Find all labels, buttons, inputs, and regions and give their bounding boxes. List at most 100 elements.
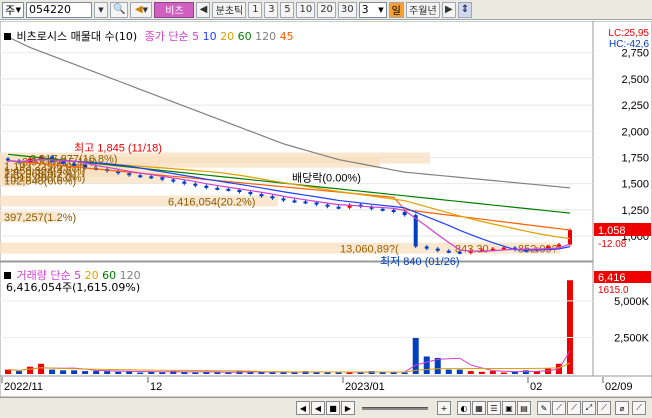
candle-body <box>336 206 341 209</box>
interval-20[interactable]: 20 <box>317 1 336 18</box>
period-tab[interactable]: 분초틱 <box>212 1 247 18</box>
volume-bar <box>159 372 166 374</box>
volume-bar <box>566 280 573 374</box>
y-tick-label: 2,000 <box>621 126 649 138</box>
speaker-button[interactable]: ◀ ▼ <box>130 1 153 18</box>
tool-2-button[interactable]: ▦ <box>472 401 486 415</box>
ma-120: 120 <box>255 30 277 43</box>
candle-body <box>270 196 275 199</box>
candle-body <box>215 187 220 190</box>
volume-bar <box>500 372 507 374</box>
tool-3-button[interactable]: ☰ <box>487 401 501 415</box>
interval-3[interactable]: 3 <box>264 1 279 18</box>
volume-bar <box>269 372 276 374</box>
candle-body <box>72 163 77 166</box>
scroll-next-button[interactable]: ▶ <box>341 401 355 415</box>
interval-5-label: 5 <box>284 4 291 15</box>
volume-value-label: 6,416,054주(1,615.09%) <box>6 281 141 294</box>
slider-track <box>362 406 428 410</box>
market-select[interactable]: 주 ▼ <box>2 1 24 18</box>
current-price-label: 1,058 <box>598 225 626 237</box>
tool-1-button[interactable]: ◐ <box>457 401 471 415</box>
volume-bar <box>214 372 221 374</box>
interval-10-label: 10 <box>299 4 313 15</box>
ma-20: 20 <box>220 30 235 43</box>
volume-bar <box>489 371 496 374</box>
candle-body <box>556 244 561 247</box>
y-tick-label: 1,750 <box>621 152 649 164</box>
tool-10-button[interactable]: ⟋ <box>597 401 611 415</box>
volume-bar <box>16 371 23 374</box>
day-label: 일 <box>391 6 401 17</box>
x-tick-label: 2022/11 <box>4 381 43 393</box>
tool-5-button[interactable]: ▤ <box>517 401 531 415</box>
interval-1-label: 1 <box>252 4 259 15</box>
interval-10[interactable]: 10 <box>296 1 316 18</box>
tool-9-button[interactable]: ⤢ <box>582 401 596 415</box>
zoom-in-button[interactable]: + <box>437 401 451 415</box>
candle-body <box>292 200 297 203</box>
volume-bar <box>27 366 34 374</box>
volume-bar <box>280 372 287 374</box>
market-label: 주 <box>5 3 16 17</box>
volume-bar <box>115 371 122 374</box>
tool-7-button[interactable]: ⟋ <box>552 401 566 415</box>
status-bar: ◀ ◀ ■ ▶ + ◐ ▦ ☰ ▣ ▤ ✎ ⟋ ⟋ ⤢ ⟋ ⌀ ⟋ <box>0 397 652 418</box>
interval-20-label: 20 <box>320 4 333 15</box>
zoom-slider[interactable] <box>362 401 432 415</box>
candle-body <box>259 194 264 197</box>
interval-1[interactable]: 1 <box>248 1 263 18</box>
interval-select[interactable]: 3 ▼ <box>358 1 387 18</box>
y-tick-label: 2,250 <box>621 100 649 112</box>
interval-30[interactable]: 30 <box>337 1 357 18</box>
volume-bar <box>423 356 430 374</box>
tool-4-button[interactable]: ▣ <box>502 401 516 415</box>
chevron-down-icon: ▼ <box>378 5 384 14</box>
week-month-year-tab[interactable]: 주월년 <box>405 1 440 18</box>
chart-type-tab[interactable]: 비츠 <box>154 1 195 18</box>
volume-bar <box>324 372 331 374</box>
volume-bar <box>93 371 100 374</box>
prev-button[interactable]: ◀ <box>196 1 211 18</box>
tool-6-button[interactable]: ✎ <box>537 401 551 415</box>
tool-11-button[interactable]: ⌀ <box>615 401 629 415</box>
updown-button[interactable]: ⇕ <box>457 1 473 18</box>
volume-bar <box>390 372 397 374</box>
search-button[interactable]: 🔍 <box>110 1 129 18</box>
price-pane <box>0 20 594 262</box>
tool-8-button[interactable]: ⟋ <box>567 401 581 415</box>
interval-30-label: 30 <box>340 4 354 15</box>
scroll-prev-button[interactable]: ◀ <box>311 401 325 415</box>
code-dropdown-button[interactable]: ▼ <box>94 1 108 18</box>
hc-label: HC:-42,6 <box>609 39 649 50</box>
candle-body <box>138 175 143 178</box>
tool-12-button[interactable]: ⟋ <box>632 401 646 415</box>
chart-area: 2,750 2,500 2,250 2,000 1,750 1,500 1,250 1,000… <box>0 20 652 398</box>
stock-chart[interactable]: 2,7502,5002,2502,0001,7501,5001,2501,000… <box>0 20 652 398</box>
x-tick-label: 12 <box>150 381 162 393</box>
code-input[interactable]: 054220 <box>26 1 92 18</box>
candle-body <box>204 185 209 188</box>
next-button[interactable]: ▶ <box>441 1 456 18</box>
interval-value: 3 <box>361 3 369 16</box>
volume-bar <box>71 370 78 374</box>
stop-button[interactable]: ■ <box>326 401 340 415</box>
x-tick-label: 02 <box>530 381 542 393</box>
ma-5: 5 <box>192 30 200 43</box>
volume-tick-label: 2,500K <box>614 332 650 344</box>
candle-body <box>149 176 154 179</box>
volume-bar <box>467 371 474 374</box>
interval-3-label: 3 <box>268 4 275 15</box>
candle-body <box>237 189 242 193</box>
volume-bar <box>478 371 485 374</box>
candle-body <box>193 183 198 186</box>
scroll-first-button[interactable]: ◀ <box>296 401 310 415</box>
interval-5[interactable]: 5 <box>280 1 295 18</box>
candle-body <box>281 198 286 201</box>
day-tab[interactable]: 일 <box>388 1 404 18</box>
candle-body <box>402 211 407 216</box>
volume-tick-label: 5,000K <box>614 296 650 308</box>
chevron-left-icon: ◀ <box>199 4 208 15</box>
volume-bar <box>104 371 111 374</box>
volume-bar <box>5 369 11 374</box>
